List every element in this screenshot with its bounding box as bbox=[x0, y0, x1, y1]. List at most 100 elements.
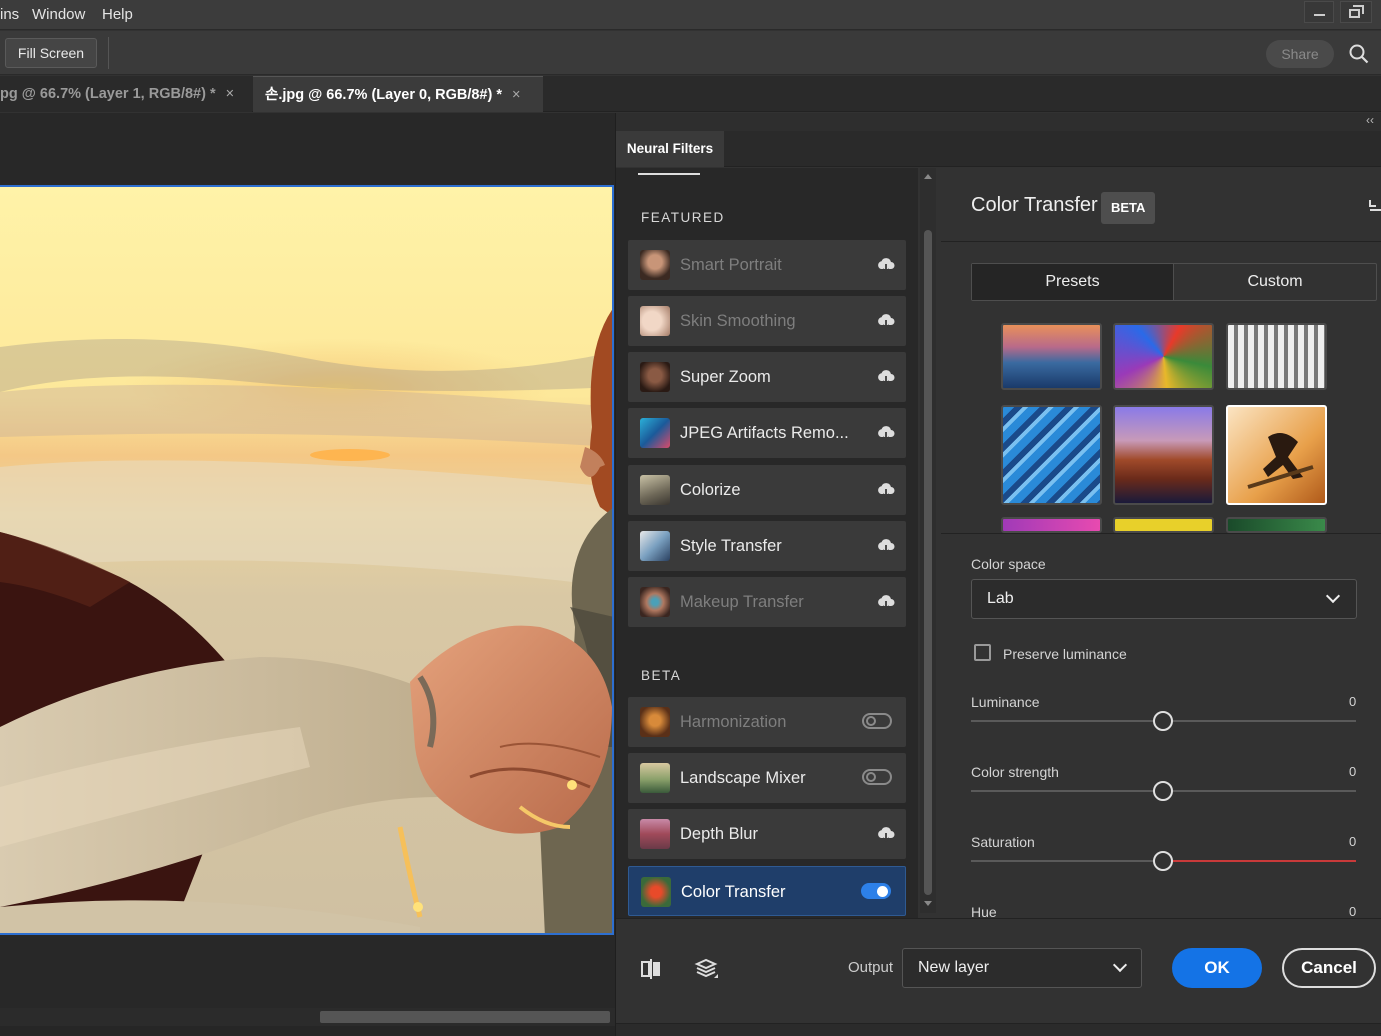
filter-smart-portrait[interactable]: Smart Portrait bbox=[628, 240, 906, 290]
close-icon[interactable]: × bbox=[226, 86, 234, 102]
color-space-dropdown[interactable]: Lab bbox=[971, 579, 1357, 619]
filter-landscape-mixer[interactable]: Landscape Mixer bbox=[628, 753, 906, 803]
filter-style-transfer[interactable]: Style Transfer bbox=[628, 521, 906, 571]
chevron-down-icon bbox=[1325, 588, 1341, 604]
section-beta: BETA bbox=[641, 668, 682, 683]
saturation-value: 0 bbox=[1349, 834, 1357, 849]
skin-smoothing-thumbnail bbox=[640, 306, 670, 336]
document-image[interactable] bbox=[0, 185, 614, 935]
chevron-down-icon bbox=[1112, 957, 1128, 973]
cloud-download-icon[interactable] bbox=[876, 536, 896, 556]
cancel-button[interactable]: Cancel bbox=[1282, 948, 1376, 988]
filter-label: JPEG Artifacts Remo... bbox=[680, 424, 849, 442]
filter-super-zoom[interactable]: Super Zoom bbox=[628, 352, 906, 402]
dropdown-value: Lab bbox=[987, 590, 1014, 607]
tab-presets[interactable]: Presets bbox=[972, 264, 1174, 300]
doc-tab-active[interactable]: 손.jpg @ 66.7% (Layer 0, RGB/8#) * × bbox=[253, 76, 543, 112]
filter-title: Color Transfer bbox=[971, 194, 1098, 216]
filter-depth-blur[interactable]: Depth Blur bbox=[628, 809, 906, 859]
smart-portrait-thumbnail bbox=[640, 250, 670, 280]
color-strength-slider-thumb[interactable] bbox=[1153, 781, 1173, 801]
cloud-download-icon[interactable] bbox=[876, 255, 896, 275]
luminance-slider-thumb[interactable] bbox=[1153, 711, 1173, 731]
preset-abstract-paint[interactable] bbox=[1113, 323, 1214, 390]
cloud-download-icon[interactable] bbox=[876, 367, 896, 387]
preserve-luminance-checkbox[interactable] bbox=[974, 644, 991, 661]
search-icon[interactable] bbox=[1349, 44, 1369, 64]
minimize-button[interactable] bbox=[1304, 1, 1334, 23]
before-after-compare-icon[interactable] bbox=[640, 958, 662, 980]
presets-custom-segmented-control: Presets Custom bbox=[971, 263, 1377, 301]
preset-desert-road[interactable] bbox=[1113, 405, 1214, 505]
close-icon[interactable]: × bbox=[512, 87, 520, 103]
preset-cathedral-bw[interactable] bbox=[1226, 323, 1327, 390]
filter-harmonization[interactable]: Harmonization bbox=[628, 697, 906, 747]
scrollbar-thumb[interactable] bbox=[320, 1011, 610, 1023]
depth-blur-thumbnail bbox=[640, 819, 670, 849]
options-bar: Fill Screen Share bbox=[0, 31, 1381, 75]
canvas-horizontal-scrollbar[interactable] bbox=[0, 1008, 616, 1026]
saturation-label: Saturation bbox=[971, 834, 1035, 850]
cloud-download-icon[interactable] bbox=[876, 423, 896, 443]
hue-value: 0 bbox=[1349, 904, 1357, 919]
luminance-label: Luminance bbox=[971, 694, 1040, 710]
filter-label: Smart Portrait bbox=[680, 256, 782, 274]
saturation-slider-thumb[interactable] bbox=[1153, 851, 1173, 871]
landscape-mixer-toggle[interactable] bbox=[862, 769, 892, 785]
jpeg-artifacts-thumbnail bbox=[640, 418, 670, 448]
filter-label: Color Transfer bbox=[681, 883, 786, 901]
filter-label: Skin Smoothing bbox=[680, 312, 796, 330]
scrollbar-thumb[interactable] bbox=[924, 230, 932, 895]
colorize-thumbnail bbox=[640, 475, 670, 505]
color-transfer-toggle[interactable] bbox=[861, 883, 891, 899]
menu-window[interactable]: Window bbox=[32, 6, 85, 23]
share-button[interactable]: Share bbox=[1266, 40, 1334, 68]
doc-tab-layer1[interactable]: pg @ 66.7% (Layer 1, RGB/8#) * × bbox=[0, 76, 252, 112]
tab-neural-filters[interactable]: Neural Filters bbox=[616, 131, 724, 167]
panel-bottom-bar bbox=[616, 1023, 1381, 1036]
landscape-mixer-thumbnail bbox=[640, 763, 670, 793]
preset-green-leaves[interactable] bbox=[1226, 517, 1327, 533]
preset-blue-feathers[interactable] bbox=[1001, 405, 1102, 505]
harmonization-toggle[interactable] bbox=[862, 713, 892, 729]
scroll-down-icon[interactable] bbox=[924, 901, 932, 906]
collapse-panel-icon[interactable]: ‹‹ bbox=[1366, 113, 1374, 127]
panel-footer: Output New layer OK Cancel bbox=[616, 918, 1381, 1023]
preserve-luminance-label: Preserve luminance bbox=[1003, 646, 1127, 662]
filter-list-scrollbar[interactable] bbox=[920, 168, 936, 913]
makeup-transfer-thumbnail bbox=[640, 587, 670, 617]
fill-screen-button[interactable]: Fill Screen bbox=[5, 38, 97, 68]
color-space-label: Color space bbox=[971, 556, 1046, 572]
filter-skin-smoothing[interactable]: Skin Smoothing bbox=[628, 296, 906, 346]
cloud-download-icon[interactable] bbox=[876, 311, 896, 331]
output-dropdown[interactable]: New layer bbox=[902, 948, 1142, 988]
filter-label: Makeup Transfer bbox=[680, 593, 804, 611]
ok-button[interactable]: OK bbox=[1172, 948, 1262, 988]
preset-yellow[interactable] bbox=[1113, 517, 1214, 533]
cloud-download-icon[interactable] bbox=[876, 824, 896, 844]
filter-color-transfer[interactable]: Color Transfer bbox=[628, 866, 906, 916]
filter-makeup-transfer[interactable]: Makeup Transfer bbox=[628, 577, 906, 627]
divider bbox=[108, 37, 109, 69]
tab-custom[interactable]: Custom bbox=[1174, 264, 1376, 300]
filter-colorize[interactable]: Colorize bbox=[628, 465, 906, 515]
scroll-up-icon[interactable] bbox=[924, 174, 932, 179]
doc-tab-label: pg @ 66.7% (Layer 1, RGB/8#) * bbox=[0, 86, 216, 102]
restore-button[interactable] bbox=[1340, 1, 1372, 23]
menu-help[interactable]: Help bbox=[102, 6, 133, 23]
reset-icon[interactable] bbox=[1367, 198, 1381, 214]
controls-area: Color space Lab Preserve luminance Lumin… bbox=[941, 533, 1381, 920]
preset-skater[interactable] bbox=[1226, 405, 1327, 505]
color-strength-label: Color strength bbox=[971, 764, 1059, 780]
cloud-download-icon[interactable] bbox=[876, 592, 896, 612]
preset-purple-flowers[interactable] bbox=[1001, 517, 1102, 533]
minimize-icon bbox=[1314, 14, 1325, 16]
panel-header: ‹‹ bbox=[616, 113, 1381, 131]
menu-plugins[interactable]: ins bbox=[0, 6, 19, 23]
show-layer-icon[interactable] bbox=[694, 956, 720, 982]
preset-sunset-lake[interactable] bbox=[1001, 323, 1102, 390]
filter-jpeg-artifacts-removal[interactable]: JPEG Artifacts Remo... bbox=[628, 408, 906, 458]
filter-label: Super Zoom bbox=[680, 368, 771, 386]
neural-filters-panel: ‹‹ Neural Filters FEATURED Smart Portrai… bbox=[615, 113, 1381, 1036]
cloud-download-icon[interactable] bbox=[876, 480, 896, 500]
